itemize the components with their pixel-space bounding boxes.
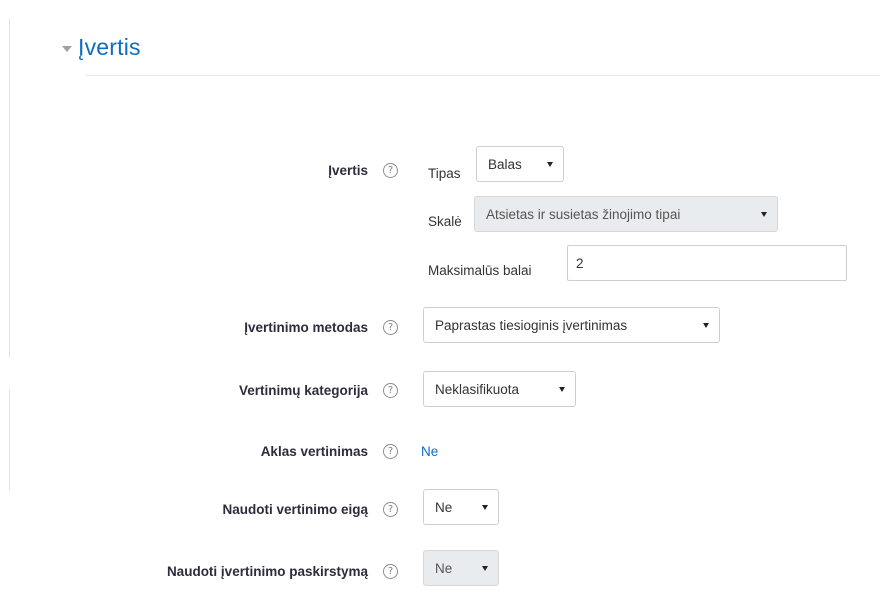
scale-label: Skalė [428, 214, 462, 229]
dropdown-arrow-icon [761, 212, 767, 217]
dropdown-arrow-icon [482, 566, 488, 571]
dropdown-arrow-icon [547, 162, 553, 167]
maxgrade-value: 2 [576, 255, 584, 271]
dropdown-arrow-icon [482, 505, 488, 510]
grading-method-value: Paprastas tiesioginis įvertinimas [435, 317, 628, 333]
help-icon[interactable]: ? [383, 320, 398, 335]
collapse-caret-icon[interactable] [62, 45, 72, 52]
grade-type-label: Tipas [428, 166, 461, 181]
help-icon[interactable]: ? [383, 502, 398, 517]
marking-allocation-select: Ne [423, 550, 499, 586]
blind-marking-label: Aklas vertinimas [260, 444, 368, 459]
grade-label: Įvertis [328, 163, 368, 178]
section-divider [86, 75, 880, 76]
left-panel-border [9, 390, 10, 490]
blind-marking-value: Ne [421, 444, 439, 459]
left-panel-border [9, 18, 10, 358]
grade-category-select[interactable]: Neklasifikuota [423, 371, 576, 407]
maxgrade-input[interactable]: 2 [567, 245, 847, 281]
maxgrade-label: Maksimalūs balai [428, 263, 532, 278]
grade-category-value: Neklasifikuota [435, 381, 520, 397]
grade-category-label: Vertinimų kategorija [238, 383, 368, 398]
grade-type-select[interactable]: Balas [476, 146, 564, 182]
section-title[interactable]: Įvertis [78, 34, 141, 61]
dropdown-arrow-icon [559, 387, 565, 392]
marking-workflow-label: Naudoti vertinimo eigą [222, 502, 368, 517]
help-icon[interactable]: ? [383, 163, 398, 178]
marking-allocation-label: Naudoti įvertinimo paskirstymą [166, 564, 368, 579]
marking-workflow-value: Ne [435, 499, 453, 515]
section-header-toggle[interactable]: Įvertis [62, 34, 141, 61]
scale-select[interactable]: Atsietas ir susietas žinojimo tipai [474, 196, 778, 232]
dropdown-arrow-icon [703, 323, 709, 328]
marking-allocation-value: Ne [435, 560, 453, 576]
help-icon[interactable]: ? [383, 383, 398, 398]
scale-value: Atsietas ir susietas žinojimo tipai [486, 206, 681, 222]
help-icon[interactable]: ? [383, 444, 398, 459]
help-icon[interactable]: ? [383, 564, 398, 579]
grade-type-value: Balas [488, 156, 522, 172]
grading-method-select[interactable]: Paprastas tiesioginis įvertinimas [423, 307, 720, 343]
marking-workflow-select[interactable]: Ne [423, 489, 499, 525]
grading-method-label: Įvertinimo metodas [244, 320, 368, 335]
